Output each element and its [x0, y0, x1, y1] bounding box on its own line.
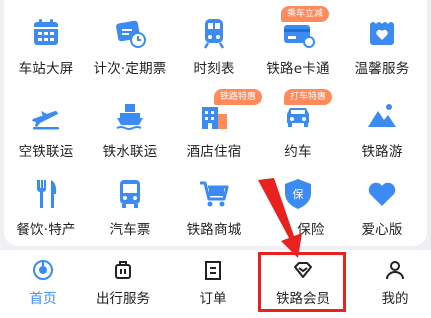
service-caring[interactable]: 温馨服务 — [340, 2, 424, 77]
service-bus-ticket[interactable]: 汽车票 — [88, 163, 172, 238]
service-e-card[interactable]: 乘车立减 铁路e卡通 — [256, 2, 340, 77]
services-grid: 车站大屏 计次·定期票 时刻表 乘车立减 铁路e卡通 温馨服务 空铁联运 铁水联… — [4, 0, 427, 246]
tab-label: 我的 — [381, 291, 409, 307]
membership-highlight-box — [258, 252, 346, 312]
service-label: 铁路商城 — [186, 222, 242, 238]
service-label: 温馨服务 — [354, 61, 410, 77]
airplane-icon — [29, 99, 63, 133]
service-label: 酒店住宿 — [186, 144, 242, 160]
service-label: 计次·定期票 — [93, 61, 167, 77]
service-label: 车站大屏 — [18, 61, 74, 77]
bus-icon — [113, 177, 147, 211]
tab-travel-services[interactable]: 出行服务 — [80, 250, 166, 318]
bottom-tab-bar: 首页 出行服务 订单 铁路会员 我的 — [0, 250, 431, 318]
tab-label: 出行服务 — [96, 291, 150, 307]
service-timetable[interactable]: 时刻表 — [172, 2, 256, 77]
service-rail-water[interactable]: 铁水联运 — [88, 85, 172, 160]
service-food[interactable]: 餐饮·特产 — [4, 163, 88, 238]
shield-icon: 保 — [281, 177, 315, 211]
car-icon — [281, 99, 315, 133]
home-page: 车站大屏 计次·定期票 时刻表 乘车立减 铁路e卡通 温馨服务 空铁联运 铁水联… — [0, 0, 431, 318]
home-icon — [32, 259, 54, 281]
order-list-icon — [202, 259, 224, 281]
service-air-rail[interactable]: 空铁联运 — [4, 85, 88, 160]
fork-knife-icon — [29, 177, 63, 211]
service-label: 保险 — [297, 222, 325, 238]
card-icon — [281, 16, 315, 50]
tab-orders[interactable]: 订单 — [170, 250, 256, 318]
service-label: 铁水联运 — [102, 144, 158, 160]
service-label: 铁路e卡通 — [266, 61, 330, 77]
ship-icon — [113, 99, 147, 133]
svg-text:保: 保 — [293, 187, 304, 201]
service-rail-mall[interactable]: 铁路商城 — [172, 163, 256, 238]
person-icon — [384, 259, 406, 281]
service-rail-tour[interactable]: 铁路游 — [340, 85, 424, 160]
luggage-icon — [112, 259, 134, 281]
service-insurance[interactable]: 保 保险 — [256, 163, 340, 238]
tab-label: 订单 — [199, 291, 227, 307]
mountain-icon — [365, 99, 399, 133]
service-label: 汽车票 — [109, 222, 151, 238]
service-label: 餐饮·特产 — [16, 222, 76, 238]
service-label: 铁路游 — [361, 144, 403, 160]
heart-box-icon — [365, 16, 399, 50]
service-label: 爱心版 — [361, 222, 403, 238]
heart-icon — [365, 177, 399, 211]
service-label: 时刻表 — [193, 61, 235, 77]
ticket-clock-icon — [113, 16, 147, 50]
service-station-screen[interactable]: 车站大屏 — [4, 2, 88, 77]
service-car-hailing[interactable]: 打车特惠 约车 — [256, 85, 340, 160]
calendar-grid-icon — [29, 16, 63, 50]
train-front-icon — [197, 16, 231, 50]
service-periodic-ticket[interactable]: 计次·定期票 — [88, 2, 172, 77]
tab-mine[interactable]: 我的 — [352, 250, 431, 318]
service-care-edition[interactable]: 爱心版 — [340, 163, 424, 238]
service-label: 约车 — [284, 144, 312, 160]
cart-icon — [197, 177, 231, 211]
service-label: 空铁联运 — [18, 144, 74, 160]
tab-home[interactable]: 首页 — [0, 250, 86, 318]
service-hotel[interactable]: 铁路特惠 酒店住宿 — [172, 85, 263, 160]
hotel-icon — [197, 99, 231, 133]
